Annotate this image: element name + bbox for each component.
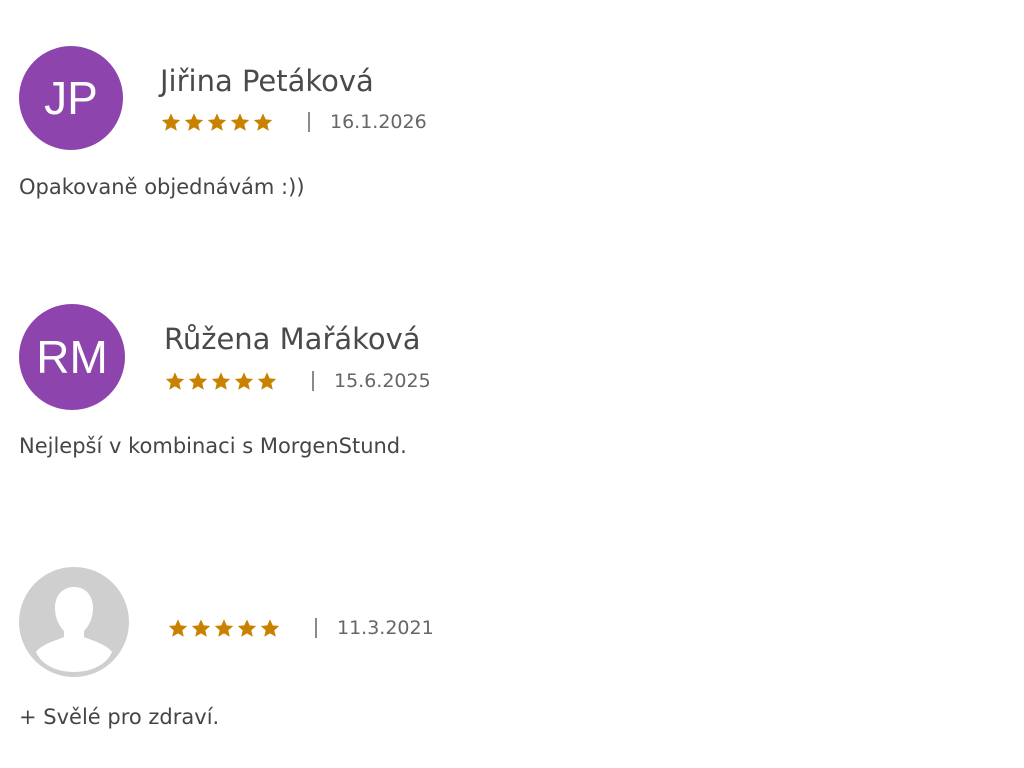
separator	[312, 371, 314, 391]
review-date: 16.1.2026	[330, 111, 427, 133]
separator	[315, 618, 317, 638]
star-icon	[184, 112, 204, 131]
star-rating	[167, 618, 281, 639]
avatar: JP	[19, 46, 123, 150]
review-meta: 15.6.2025	[164, 370, 431, 392]
star-icon	[207, 112, 227, 131]
review-text: + Svělé pro zdraví.	[19, 705, 220, 729]
review-date: 11.3.2021	[337, 617, 434, 639]
user-silhouette-icon	[36, 587, 112, 672]
star-icon	[234, 371, 254, 390]
star-icon	[260, 618, 280, 637]
star-icon	[161, 112, 181, 131]
star-icon	[237, 618, 257, 637]
review-text: Opakovaně objednávám :))	[19, 175, 305, 199]
star-icon	[211, 371, 231, 390]
avatar	[19, 567, 129, 677]
star-rating	[164, 371, 278, 392]
avatar: RM	[19, 304, 125, 410]
star-icon	[230, 112, 250, 131]
separator	[308, 112, 310, 132]
review-meta: 11.3.2021	[167, 617, 434, 639]
star-icon	[168, 618, 188, 637]
review-text: Nejlepší v kombinaci s MorgenStund.	[19, 434, 407, 458]
review-meta: 16.1.2026	[160, 111, 427, 133]
reviewer-name: Růžena Mařáková	[164, 322, 421, 356]
star-icon	[214, 618, 234, 637]
star-icon	[165, 371, 185, 390]
star-icon	[191, 618, 211, 637]
star-icon	[257, 371, 277, 390]
star-icon	[188, 371, 208, 390]
star-rating	[160, 112, 274, 133]
star-icon	[253, 112, 273, 131]
reviewer-name: Jiřina Petáková	[160, 64, 374, 98]
review-date: 15.6.2025	[334, 370, 431, 392]
